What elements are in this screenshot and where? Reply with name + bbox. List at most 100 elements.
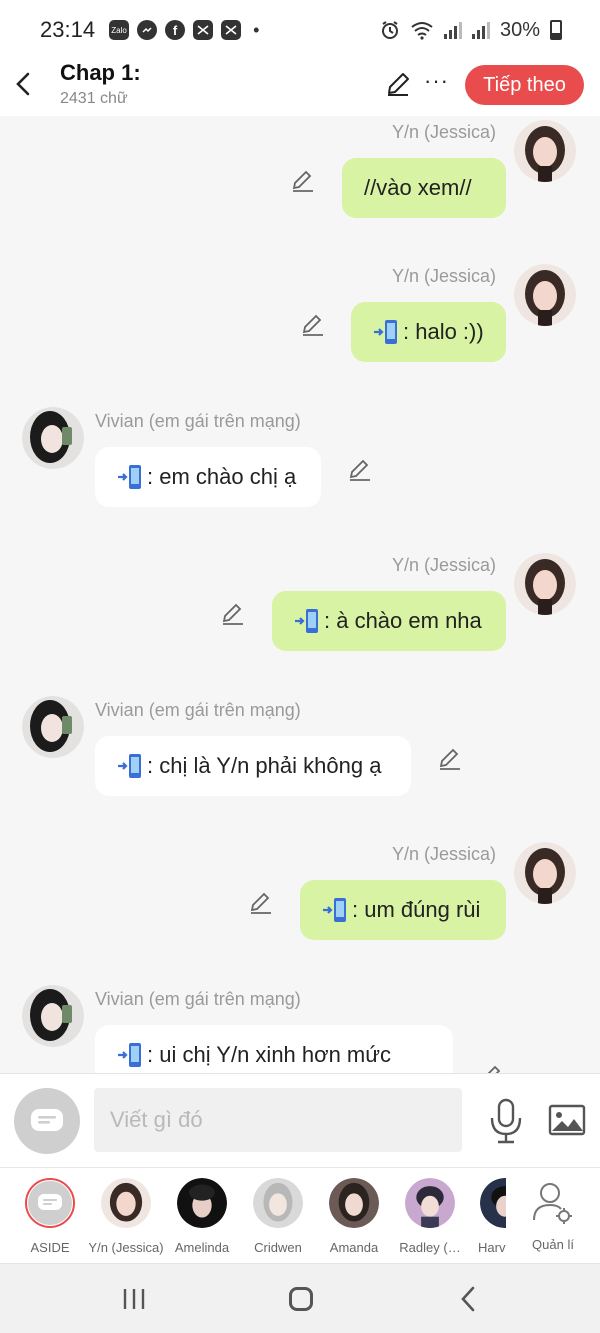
nav-back-icon[interactable] xyxy=(460,1286,476,1312)
message-bubble[interactable]: //vào xem// xyxy=(342,158,506,218)
message-bubble[interactable]: : ui chị Y/n xinh hơn mức xyxy=(95,1025,453,1073)
sender-name: Y/n (Jessica) xyxy=(392,844,497,864)
status-bar: 23:14 Zalo f • 30% xyxy=(0,0,600,60)
phone-emoji-icon xyxy=(118,754,141,778)
avatar-yn-jessica[interactable] xyxy=(514,120,576,182)
phone-emoji-icon xyxy=(323,898,346,922)
avatar-yn-jessica xyxy=(101,1178,151,1228)
user-settings-icon xyxy=(533,1183,572,1224)
edit-message-pencil-icon[interactable] xyxy=(347,457,373,483)
phone-emoji-icon xyxy=(295,609,318,633)
message-bubble[interactable]: : halo :)) xyxy=(351,302,506,362)
battery-icon xyxy=(550,20,562,40)
edit-message-pencil-icon[interactable] xyxy=(300,312,326,338)
message-bubble[interactable]: : um đúng rùi xyxy=(300,880,506,940)
phone-emoji-icon xyxy=(118,465,141,489)
character-name: Radley (… xyxy=(399,1240,461,1255)
chapter-title: Chap 1: xyxy=(60,60,141,85)
phone-emoji-icon xyxy=(374,320,397,344)
edit-message-pencil-icon[interactable] xyxy=(220,601,246,627)
avatar-radley xyxy=(405,1178,455,1228)
character-item-amelinda[interactable]: Amelinda xyxy=(164,1178,240,1255)
avatar-vivian[interactable] xyxy=(22,696,84,758)
message-text: : à chào em nha xyxy=(324,608,482,633)
edit-message-pencil-icon[interactable] xyxy=(437,746,463,772)
message-text: : um đúng rùi xyxy=(352,897,481,922)
manage-characters-button[interactable]: Quản lí xyxy=(515,1178,591,1252)
character-name: Quản lí xyxy=(532,1237,574,1252)
character-name: Harvey xyxy=(478,1240,506,1255)
edit-title-pencil-icon[interactable] xyxy=(384,70,412,98)
recent-apps-icon[interactable] xyxy=(122,1288,146,1310)
battery-percent: 30% xyxy=(499,18,540,41)
message-input[interactable] xyxy=(94,1088,462,1152)
message-row: Vivian (em gái trên mạng) : em chào chị … xyxy=(0,405,600,545)
character-item-yn-jessica[interactable]: Y/n (Jessica) xyxy=(88,1178,164,1255)
more-options-icon[interactable]: ··· xyxy=(424,68,449,94)
word-count: 2431 chữ xyxy=(60,90,128,107)
chat-bubble-icon xyxy=(31,1109,63,1131)
zalo-icon: Zalo xyxy=(109,20,130,40)
edit-message-pencil-icon[interactable] xyxy=(479,1063,505,1073)
edit-message-pencil-icon[interactable] xyxy=(248,890,274,916)
signal-icon xyxy=(471,21,490,39)
facebook-icon: f xyxy=(165,20,186,40)
message-composer xyxy=(0,1073,600,1167)
message-row: Vivian (em gái trên mạng) : ui chị Y/n x… xyxy=(0,983,600,1073)
status-time: 23:14 xyxy=(40,17,96,42)
message-bubble[interactable]: : chị là Y/n phải không ạ xyxy=(95,736,411,796)
aside-toggle-button[interactable] xyxy=(14,1088,80,1154)
character-name: ASIDE xyxy=(30,1240,70,1255)
chat-bubble-icon xyxy=(38,1194,62,1210)
message-text: : ui chị Y/n xinh hơn mức xyxy=(147,1042,391,1067)
character-item-cridwen[interactable]: Cridwen xyxy=(240,1178,316,1255)
avatar-vivian[interactable] xyxy=(22,985,84,1047)
character-item-aside[interactable]: ASIDE xyxy=(12,1178,88,1255)
character-item-radley[interactable]: Radley (… xyxy=(392,1178,468,1255)
avatar-cridwen xyxy=(253,1178,303,1228)
message-row: Y/n (Jessica) : um đúng rùi xyxy=(0,838,600,978)
message-text: : halo :)) xyxy=(403,319,484,344)
message-row: Vivian (em gái trên mạng) : chị là Y/n p… xyxy=(0,694,600,834)
character-name: Amanda xyxy=(329,1240,379,1255)
sender-name: Y/n (Jessica) xyxy=(392,555,497,575)
sender-name: Vivian (em gái trên mạng) xyxy=(95,989,301,1009)
home-icon[interactable] xyxy=(289,1287,313,1311)
wifi-icon xyxy=(411,22,433,40)
android-nav-bar xyxy=(0,1263,600,1333)
message-text: : chị là Y/n phải không ạ xyxy=(147,753,382,778)
avatar-yn-jessica[interactable] xyxy=(514,842,576,904)
signal-icon xyxy=(443,21,462,39)
alarm-icon xyxy=(381,21,398,39)
messenger-icon xyxy=(137,20,158,40)
sender-name: Vivian (em gái trên mạng) xyxy=(95,700,301,720)
avatar-yn-jessica[interactable] xyxy=(514,264,576,326)
message-row: Y/n (Jessica) : halo :)) xyxy=(0,260,600,400)
avatar-vivian[interactable] xyxy=(22,407,84,469)
message-text: //vào xem// xyxy=(364,175,472,200)
sender-name: Y/n (Jessica) xyxy=(392,122,497,142)
sender-name: Y/n (Jessica) xyxy=(392,266,497,286)
image-icon[interactable] xyxy=(548,1104,586,1136)
microphone-icon[interactable] xyxy=(488,1098,524,1144)
avatar-amanda xyxy=(329,1178,379,1228)
back-arrow-icon[interactable] xyxy=(14,68,34,100)
character-strip: ASIDE Y/n (Jessica) Amelinda Cridwen Ama… xyxy=(0,1167,600,1263)
message-bubble[interactable]: : em chào chị ạ xyxy=(95,447,321,507)
sender-name: Vivian (em gái trên mạng) xyxy=(95,411,301,431)
avatar-amelinda xyxy=(177,1178,227,1228)
capcut-icon xyxy=(221,20,242,40)
message-row: Y/n (Jessica) : à chào em nha xyxy=(0,549,600,689)
character-name: Amelinda xyxy=(174,1240,230,1255)
character-name: Cridwen xyxy=(254,1240,302,1255)
avatar-yn-jessica[interactable] xyxy=(514,553,576,615)
character-item-harvey[interactable]: Harvey xyxy=(468,1178,506,1255)
character-item-amanda[interactable]: Amanda xyxy=(316,1178,392,1255)
edit-message-pencil-icon[interactable] xyxy=(290,168,316,194)
story-header: Chap 1: 2431 chữ ··· Tiếp theo xyxy=(0,60,600,116)
more-notifications-dot: • xyxy=(253,19,260,40)
character-name: Y/n (Jessica) xyxy=(88,1240,164,1255)
message-bubble[interactable]: : à chào em nha xyxy=(272,591,506,651)
next-chapter-button[interactable]: Tiếp theo xyxy=(465,65,584,105)
chat-area[interactable]: Y/n (Jessica) //vào xem// Y/n (Jessica) … xyxy=(0,116,600,1073)
